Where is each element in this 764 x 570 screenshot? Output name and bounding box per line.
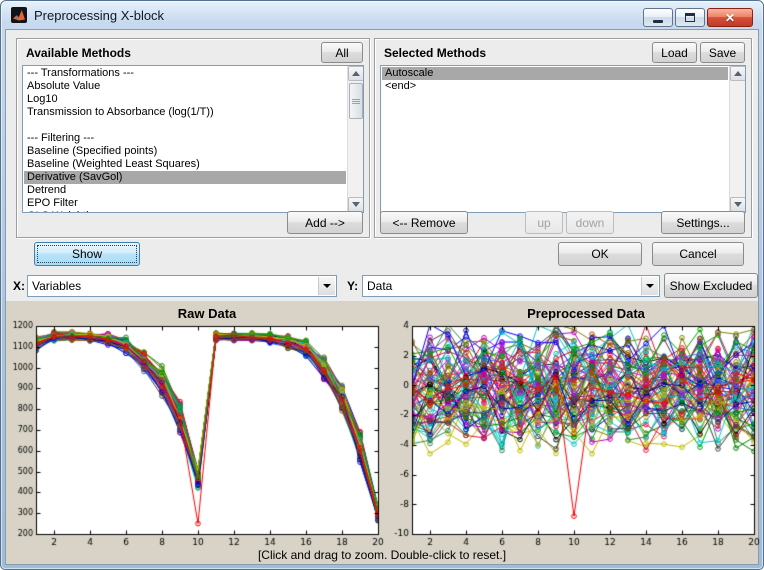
show-button[interactable]: Show: [34, 242, 140, 266]
all-button[interactable]: All: [321, 42, 363, 63]
list-item[interactable]: --- Transformations ---: [24, 67, 346, 80]
list-item[interactable]: Log10: [24, 93, 346, 106]
remove-button[interactable]: <-- Remove: [380, 211, 468, 234]
selected-methods-list[interactable]: Autoscale<end>: [380, 65, 746, 213]
close-icon: ✕: [725, 12, 735, 24]
scroll-up-button[interactable]: [730, 66, 746, 81]
scroll-down-button[interactable]: [730, 197, 746, 212]
matlab-logo-icon: [11, 7, 27, 23]
chevron-down-icon: [323, 284, 331, 288]
arrow-up-icon: [734, 71, 742, 76]
move-down-button[interactable]: down: [566, 211, 614, 234]
x-axis-select[interactable]: Variables: [27, 275, 337, 297]
dialog-client: Available Methods All --- Transformation…: [5, 29, 759, 565]
x-axis-value: Variables: [32, 279, 81, 293]
chevron-down-icon: [646, 284, 654, 288]
scroll-down-button[interactable]: [348, 197, 364, 212]
zoom-hint-text: [Click and drag to zoom. Double-click to…: [6, 548, 758, 562]
available-methods-list[interactable]: --- Transformations ---Absolute ValueLog…: [22, 65, 364, 213]
cancel-button[interactable]: Cancel: [652, 242, 744, 266]
settings-button[interactable]: Settings...: [661, 211, 745, 234]
minimize-icon: [653, 20, 663, 23]
scrollbar-thumb[interactable]: [349, 83, 363, 119]
arrow-up-icon: [352, 71, 360, 76]
list-item[interactable]: <end>: [382, 80, 728, 93]
combo-dropdown-button[interactable]: [318, 277, 335, 295]
list-item[interactable]: Baseline (Weighted Least Squares): [24, 158, 346, 171]
list-item[interactable]: --- Filtering ---: [24, 132, 346, 145]
maximize-button[interactable]: [675, 8, 705, 27]
scroll-up-button[interactable]: [348, 66, 364, 81]
list-item[interactable]: Absolute Value: [24, 80, 346, 93]
window-controls: ✕: [643, 8, 753, 27]
save-button[interactable]: Save: [700, 42, 745, 63]
move-up-button[interactable]: up: [525, 211, 563, 234]
maximize-icon: [685, 13, 695, 22]
list-item[interactable]: EPO Filter: [24, 197, 346, 210]
y-axis-value: Data: [367, 279, 392, 293]
combo-dropdown-button[interactable]: [641, 277, 658, 295]
window-title: Preprocessing X-block: [34, 8, 164, 23]
thumb-grip-icon: [352, 99, 360, 104]
selected-methods-panel: Selected Methods Load Save Autoscale<end…: [374, 38, 752, 238]
list-item[interactable]: Derivative (SavGol): [24, 171, 346, 184]
load-button[interactable]: Load: [652, 42, 697, 63]
axis-selector-row: X: Variables Y: Data Show Excluded: [6, 272, 758, 300]
raw-data-plot[interactable]: [6, 301, 384, 547]
list-item[interactable]: Detrend: [24, 184, 346, 197]
available-list-scrollbar[interactable]: [347, 66, 363, 212]
y-axis-select[interactable]: Data: [362, 275, 660, 297]
arrow-down-icon: [734, 202, 742, 207]
list-item[interactable]: [24, 119, 346, 132]
selected-list-scrollbar[interactable]: [729, 66, 745, 212]
minimize-button[interactable]: [643, 8, 673, 27]
plot-area: Raw Data Preprocessed Data [Click and dr…: [6, 301, 758, 564]
arrow-down-icon: [352, 202, 360, 207]
list-item[interactable]: Baseline (Specified points): [24, 145, 346, 158]
available-methods-panel: Available Methods All --- Transformation…: [16, 38, 370, 238]
titlebar[interactable]: Preprocessing X-block ✕: [1, 1, 763, 29]
preprocessed-data-plot[interactable]: [384, 301, 762, 547]
dialog-window: Preprocessing X-block ✕ Available Method…: [0, 0, 764, 570]
add-button[interactable]: Add -->: [287, 211, 363, 234]
x-axis-label: X:: [13, 279, 25, 293]
close-button[interactable]: ✕: [707, 8, 753, 27]
list-item[interactable]: Autoscale: [382, 67, 728, 80]
show-excluded-button[interactable]: Show Excluded: [664, 273, 758, 298]
selected-methods-title: Selected Methods: [384, 46, 486, 60]
ok-button[interactable]: OK: [558, 242, 642, 266]
y-axis-label: Y:: [347, 279, 358, 293]
list-item[interactable]: Transmission to Absorbance (log(1/T)): [24, 106, 346, 119]
available-methods-title: Available Methods: [26, 46, 131, 60]
